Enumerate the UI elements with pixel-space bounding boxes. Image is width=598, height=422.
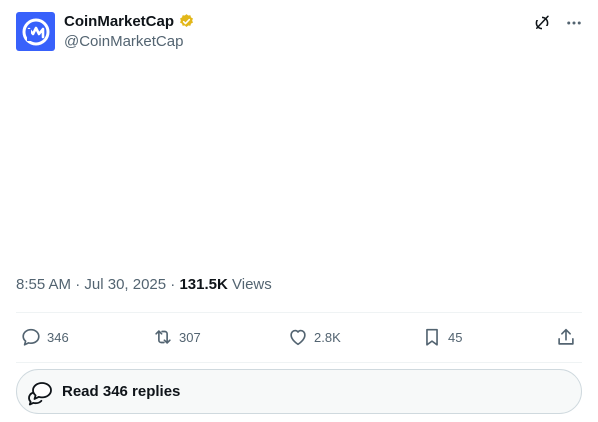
conversation-bubbles-icon	[28, 381, 52, 405]
more-icon[interactable]	[564, 13, 584, 33]
meta-separator: ·	[166, 276, 180, 293]
share-button[interactable]	[555, 326, 577, 348]
tweet-time[interactable]: 8:55 AM	[16, 276, 71, 293]
verified-badge-icon[interactable]	[178, 13, 195, 30]
read-replies-label: Read 346 replies	[62, 383, 181, 400]
like-count: 2.8K	[314, 329, 341, 345]
share-icon	[558, 328, 574, 345]
repost-button[interactable]: 307	[152, 326, 201, 348]
bookmark-icon	[426, 328, 438, 346]
tweet-timestamp: 8:55 AM · Jul 30, 2025 · 131.5K Views	[16, 276, 272, 293]
like-button[interactable]: 2.8K	[287, 326, 341, 348]
repost-count: 307	[179, 329, 201, 345]
views-count: 131.5K	[179, 276, 228, 293]
grok-icon[interactable]	[532, 13, 552, 33]
repost-icon	[155, 330, 171, 344]
author-handle[interactable]: @CoinMarketCap	[64, 33, 183, 50]
heart-icon	[290, 329, 306, 346]
bookmark-count: 45	[448, 329, 463, 345]
views-label: Views	[227, 276, 272, 293]
author-name-row: CoinMarketCap	[64, 13, 195, 30]
top-actions	[532, 13, 584, 33]
reply-count: 346	[47, 329, 69, 345]
tweet-date[interactable]: Jul 30, 2025	[84, 276, 166, 293]
author-display-name[interactable]: CoinMarketCap	[64, 13, 174, 30]
read-replies-button[interactable]: Read 346 replies	[16, 369, 582, 414]
divider	[16, 312, 582, 313]
avatar[interactable]	[16, 12, 55, 51]
reply-button[interactable]: 346	[20, 326, 69, 348]
divider	[16, 362, 582, 363]
meta-separator: ·	[71, 276, 85, 293]
bookmark-button[interactable]: 45	[421, 326, 462, 348]
reply-icon	[22, 328, 40, 346]
coinmarketcap-logo-icon	[22, 18, 49, 45]
